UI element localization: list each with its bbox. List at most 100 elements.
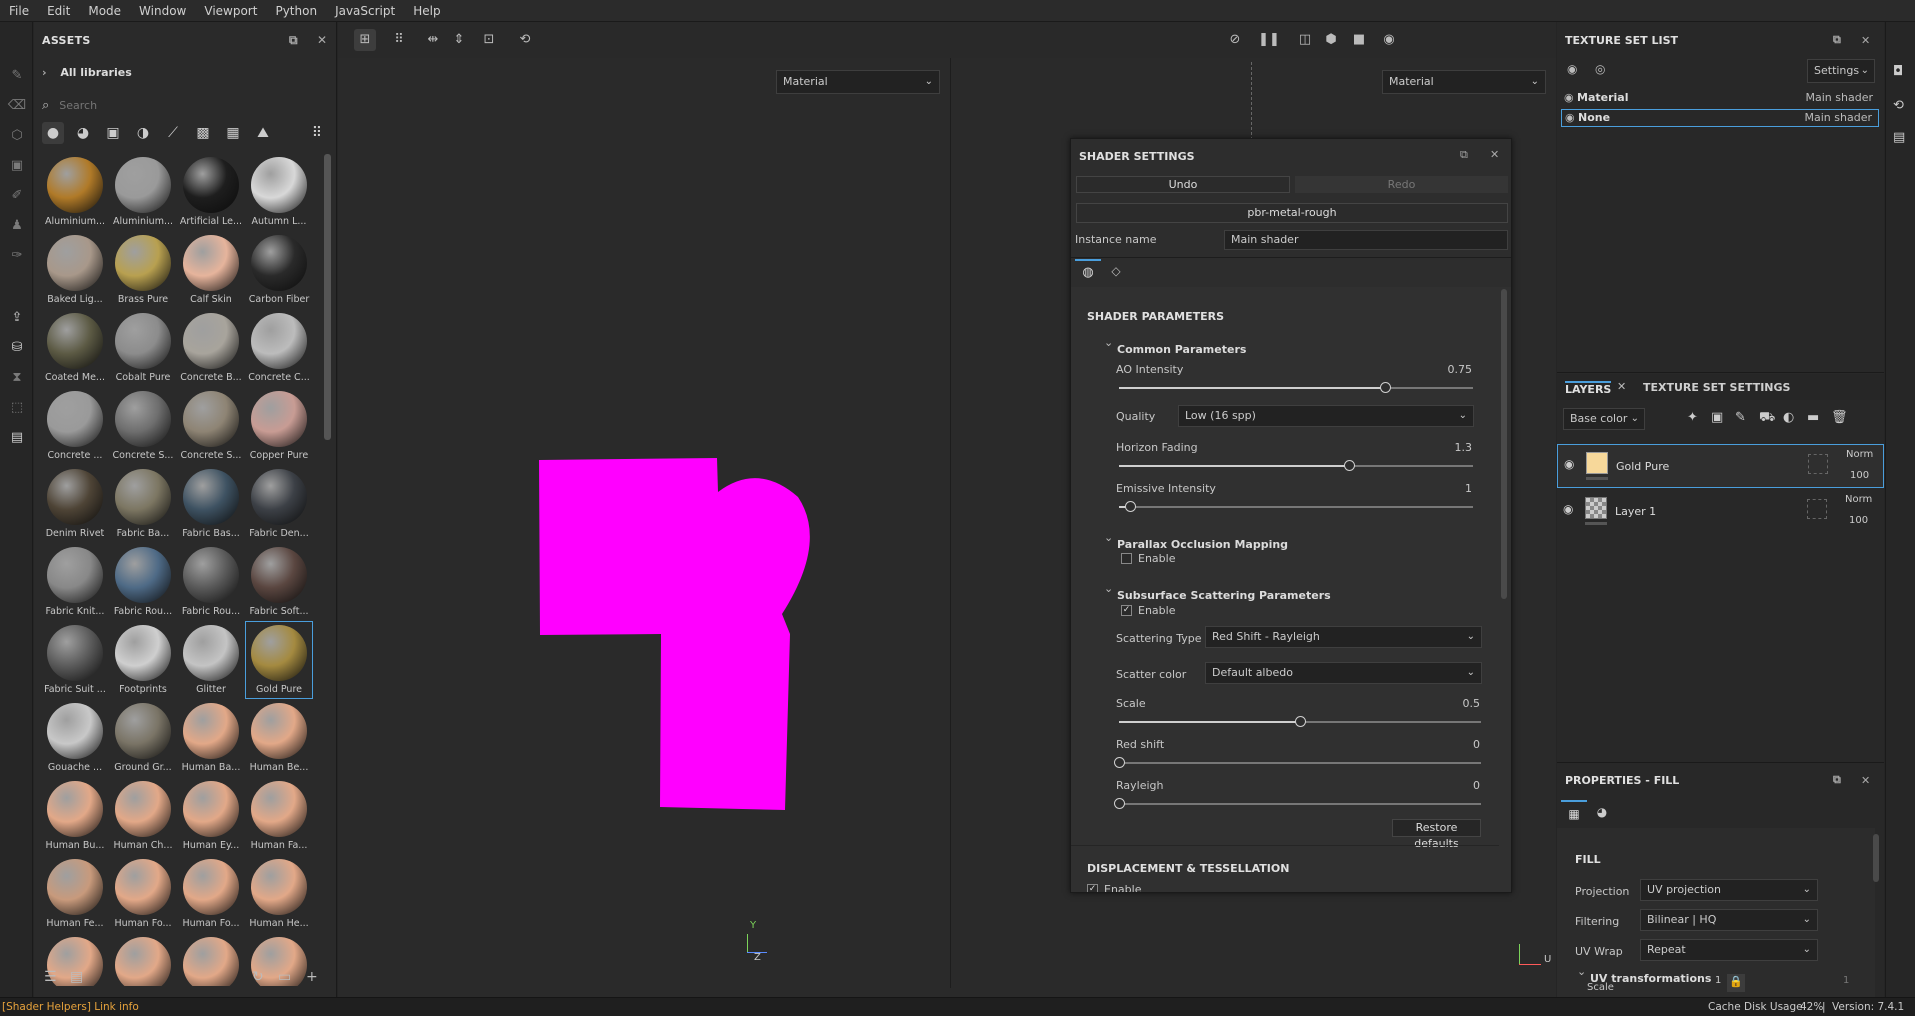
asset-tile[interactable]: Human Fo... bbox=[110, 856, 176, 932]
uv-wrap-dropdown[interactable]: Repeat ⌄ bbox=[1640, 939, 1818, 961]
scattering-type-dropdown[interactable]: Red Shift - Rayleigh ⌄ bbox=[1205, 626, 1482, 648]
status-link-info[interactable]: [Shader Helpers] Link info bbox=[2, 998, 139, 1016]
asset-tile[interactable]: Aluminium... bbox=[42, 154, 108, 230]
asset-tile[interactable]: Cobalt Pure bbox=[110, 310, 176, 386]
menu-help[interactable]: Help bbox=[404, 4, 449, 18]
asset-tile[interactable]: Gold Pure bbox=[245, 621, 313, 699]
asset-tile[interactable]: Fabric Rou... bbox=[178, 544, 244, 620]
filter-effect-icon[interactable]: ◑ bbox=[132, 122, 154, 144]
asset-tile[interactable]: Human Ba... bbox=[178, 700, 244, 776]
material-tab-icon[interactable]: ◕ bbox=[1589, 800, 1615, 826]
asset-tile[interactable]: Ground Gr... bbox=[110, 700, 176, 776]
geometry-mask-icon[interactable]: ▣ bbox=[7, 156, 27, 176]
log-icon[interactable]: ▤ bbox=[1893, 130, 1905, 145]
visibility-all-icon[interactable]: ◉ bbox=[1567, 62, 1577, 76]
restore-defaults-button[interactable]: Restore defaults bbox=[1392, 819, 1481, 850]
horizon-fading-value[interactable]: 1.3 bbox=[1422, 441, 1473, 454]
asset-tile[interactable]: Fabric Ba... bbox=[110, 466, 176, 542]
texture-filter-icon[interactable]: ▩ bbox=[192, 122, 214, 144]
breadcrumb[interactable]: › All libraries bbox=[42, 66, 132, 79]
menu-python[interactable]: Python bbox=[266, 4, 326, 18]
magic-wand-icon[interactable]: ✦ bbox=[1687, 410, 1698, 425]
camera-icon[interactable]: ◘ bbox=[1893, 64, 1903, 79]
layer-mask-slot[interactable] bbox=[1808, 454, 1828, 474]
eye-icon[interactable]: ◉ bbox=[1564, 90, 1574, 106]
asset-tile[interactable]: Footprints bbox=[110, 622, 176, 698]
material-filter-icon[interactable]: ● bbox=[42, 122, 64, 144]
asset-tile[interactable]: Artificial Le... bbox=[178, 154, 244, 230]
layer-name[interactable]: Layer 1 bbox=[1615, 505, 1656, 518]
ao-intensity-slider[interactable] bbox=[1119, 382, 1473, 393]
asset-tile[interactable]: Human Be... bbox=[246, 700, 312, 776]
asset-tile[interactable]: Baked Lig... bbox=[42, 232, 108, 308]
emissive-intensity-value[interactable]: 1 bbox=[1422, 482, 1472, 495]
smudge-icon[interactable]: ✐ bbox=[7, 186, 27, 206]
chevron-down-icon[interactable]: ⌄ bbox=[1104, 531, 1113, 544]
asset-tile[interactable]: Concrete S... bbox=[110, 388, 176, 464]
asset-tile[interactable]: Fabric Den... bbox=[246, 466, 312, 542]
eye-icon[interactable]: ◉ bbox=[1563, 502, 1573, 516]
menu-window[interactable]: Window bbox=[130, 4, 195, 18]
blend-mode[interactable]: Norm bbox=[1846, 449, 1873, 460]
float-panel-icon[interactable]: ⧉ bbox=[1460, 148, 1468, 162]
eye-icon[interactable]: ◎ bbox=[1595, 62, 1605, 76]
red-shift-slider[interactable] bbox=[1114, 757, 1481, 768]
texture-set-shader[interactable]: Main shader bbox=[1805, 110, 1872, 126]
asset-tile[interactable]: Human Fa... bbox=[246, 778, 312, 854]
menu-mode[interactable]: Mode bbox=[79, 4, 130, 18]
alpha-filter-icon[interactable]: ▦ bbox=[222, 122, 244, 144]
opacity-value[interactable]: 100 bbox=[1850, 470, 1869, 481]
menu-edit[interactable]: Edit bbox=[38, 4, 79, 18]
viewport-settings-tab-icon[interactable]: ◇ bbox=[1103, 259, 1129, 285]
tab-texture-set-settings[interactable]: TEXTURE SET SETTINGS bbox=[1643, 381, 1790, 394]
common-parameters-heading[interactable]: Common Parameters bbox=[1117, 343, 1246, 356]
asset-tile[interactable]: Human Ey... bbox=[178, 778, 244, 854]
asset-tile[interactable]: Concrete ... bbox=[42, 388, 108, 464]
channel-dropdown[interactable]: Base color ⌄ bbox=[1563, 408, 1645, 430]
brush-filter-icon[interactable]: ⟋ bbox=[162, 122, 184, 144]
close-icon[interactable]: ✕ bbox=[1617, 380, 1626, 393]
add-effect-icon[interactable]: ◐ bbox=[1783, 410, 1794, 425]
eye-icon[interactable]: ◉ bbox=[1565, 110, 1575, 126]
texture-set-shader[interactable]: Main shader bbox=[1806, 90, 1873, 106]
bake-icon[interactable]: ⛁ bbox=[7, 338, 27, 358]
asset-tile[interactable]: Gouache ... bbox=[42, 700, 108, 776]
assets-scrollbar[interactable] bbox=[324, 154, 331, 440]
list-view-icon[interactable]: ☰ bbox=[44, 969, 57, 985]
rayleigh-value[interactable]: 0 bbox=[1430, 779, 1480, 792]
asset-tile[interactable]: Calf Skin bbox=[178, 232, 244, 308]
scale-value-2[interactable]: 1 bbox=[1843, 975, 1849, 986]
asset-tile[interactable]: Coated Me... bbox=[42, 310, 108, 386]
color-picker-icon[interactable]: ✑ bbox=[7, 246, 27, 266]
projection-dropdown[interactable]: UV projection ⌄ bbox=[1640, 879, 1818, 901]
asset-tile[interactable]: Fabric Soft... bbox=[246, 544, 312, 620]
parallax-enable-checkbox[interactable] bbox=[1121, 553, 1132, 564]
shader-scrollbar[interactable] bbox=[1501, 289, 1507, 599]
menu-file[interactable]: File bbox=[0, 4, 38, 18]
asset-tile[interactable]: Fabric Rou... bbox=[110, 544, 176, 620]
quality-dropdown[interactable]: Low (16 spp) ⌄ bbox=[1178, 405, 1474, 427]
add-mask-icon[interactable]: ▣ bbox=[1711, 410, 1723, 425]
undo-button[interactable]: Undo bbox=[1076, 176, 1290, 193]
layer-row[interactable]: ◉ Layer 1 Norm 100 bbox=[1557, 490, 1884, 534]
float-panel-icon[interactable]: ⧉ bbox=[1833, 773, 1841, 787]
parallax-heading[interactable]: Parallax Occlusion Mapping bbox=[1117, 538, 1288, 551]
chevron-down-icon[interactable]: ⌄ bbox=[1577, 965, 1586, 978]
sss-enable-checkbox[interactable]: ✓ bbox=[1121, 605, 1132, 616]
add-folder-icon[interactable]: ▬ bbox=[1807, 410, 1819, 425]
asset-tile[interactable]: Concrete S... bbox=[178, 388, 244, 464]
menu-javascript[interactable]: JavaScript bbox=[326, 4, 404, 18]
eye-icon[interactable]: ◉ bbox=[1564, 457, 1574, 471]
emissive-intensity-slider[interactable] bbox=[1119, 501, 1473, 512]
rayleigh-slider[interactable] bbox=[1114, 798, 1481, 809]
asset-tile[interactable]: Human Fe... bbox=[42, 856, 108, 932]
layer-name[interactable]: Gold Pure bbox=[1616, 460, 1669, 473]
displacement-enable-checkbox[interactable]: ✓ bbox=[1087, 884, 1098, 892]
asset-tile[interactable]: Fabric Suit ... bbox=[42, 622, 108, 698]
shader-type-button[interactable]: pbr-metal-rough bbox=[1076, 203, 1508, 223]
paint-brush-icon[interactable]: ✎ bbox=[7, 66, 27, 86]
asset-tile[interactable]: Fabric Bas... bbox=[178, 466, 244, 542]
grid-view-icon[interactable]: ⠿ bbox=[306, 122, 328, 144]
layer-mask-slot[interactable] bbox=[1807, 499, 1827, 519]
ao-intensity-value[interactable]: 0.75 bbox=[1422, 363, 1473, 376]
